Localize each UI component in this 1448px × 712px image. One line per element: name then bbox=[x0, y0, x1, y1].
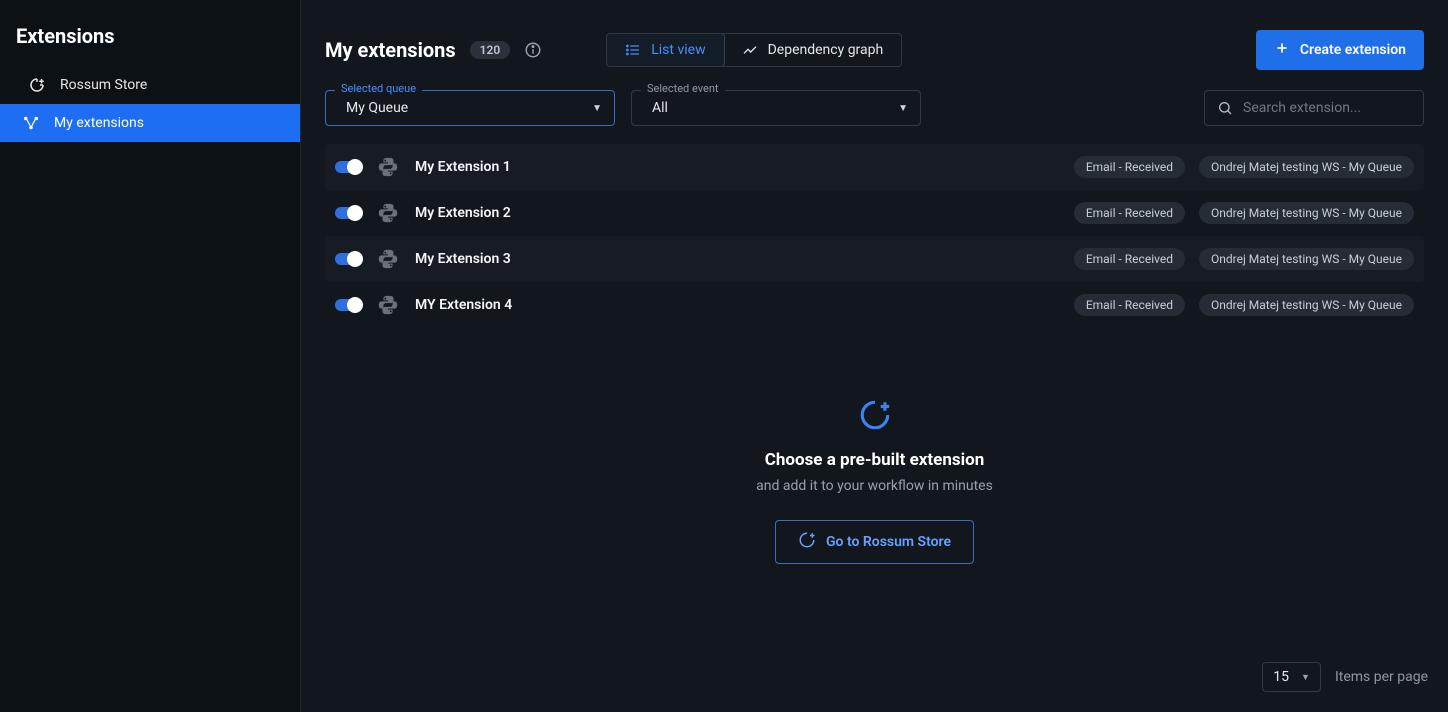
extension-name: My Extension 2 bbox=[415, 205, 511, 221]
sidebar-item-label: Rossum Store bbox=[60, 77, 147, 93]
filters-row: Selected queue My Queue ▼ Selected event… bbox=[301, 80, 1448, 144]
event-tag: Email - Received bbox=[1074, 248, 1185, 270]
queue-select-label: Selected queue bbox=[335, 82, 422, 95]
main-content: My extensions 120 List view Dependency g… bbox=[300, 0, 1448, 712]
sidebar: Extensions Rossum Store My extensions bbox=[0, 0, 300, 712]
event-tag: Email - Received bbox=[1074, 156, 1185, 178]
event-select[interactable]: Selected event All ▼ bbox=[631, 90, 921, 126]
tab-dependency-graph[interactable]: Dependency graph bbox=[724, 34, 902, 66]
sidebar-item-my-extensions[interactable]: My extensions bbox=[0, 104, 300, 142]
chart-line-icon bbox=[742, 42, 758, 58]
enable-toggle[interactable] bbox=[335, 207, 361, 219]
tab-list-view[interactable]: List view bbox=[606, 33, 724, 67]
queue-tag: Ondrej Matej testing WS - My Queue bbox=[1199, 294, 1414, 316]
queue-tag: Ondrej Matej testing WS - My Queue bbox=[1199, 156, 1414, 178]
promo-subtitle: and add it to your workflow in minutes bbox=[301, 478, 1448, 494]
python-icon bbox=[377, 156, 399, 178]
queue-tag: Ondrej Matej testing WS - My Queue bbox=[1199, 248, 1414, 270]
enable-toggle[interactable] bbox=[335, 253, 361, 265]
header-row: My extensions 120 List view Dependency g… bbox=[301, 0, 1448, 80]
extension-name: My Extension 3 bbox=[415, 251, 511, 267]
search-input[interactable] bbox=[1243, 100, 1421, 116]
event-tag: Email - Received bbox=[1074, 202, 1185, 224]
page-size-value: 15 bbox=[1273, 669, 1289, 685]
enable-toggle[interactable] bbox=[335, 299, 361, 311]
event-tag: Email - Received bbox=[1074, 294, 1185, 316]
sidebar-item-rossum-store[interactable]: Rossum Store bbox=[6, 66, 294, 104]
chevron-down-icon: ▼ bbox=[898, 103, 908, 114]
store-icon bbox=[798, 531, 816, 553]
create-button-label: Create extension bbox=[1300, 42, 1406, 58]
extension-name: MY Extension 4 bbox=[415, 297, 512, 313]
page-title: My extensions bbox=[325, 38, 456, 62]
search-input-wrapper bbox=[1204, 90, 1424, 126]
event-select-value: All bbox=[652, 100, 668, 116]
store-promo-icon bbox=[858, 398, 892, 432]
extension-row[interactable]: My Extension 1 Email - Received Ondrej M… bbox=[325, 144, 1424, 190]
prebuilt-promo: Choose a pre-built extension and add it … bbox=[301, 398, 1448, 564]
sidebar-item-label: My extensions bbox=[54, 115, 144, 131]
extension-row[interactable]: My Extension 2 Email - Received Ondrej M… bbox=[325, 190, 1424, 236]
go-to-store-button[interactable]: Go to Rossum Store bbox=[775, 520, 974, 564]
sidebar-title: Extensions bbox=[0, 18, 300, 66]
tab-label: Dependency graph bbox=[768, 42, 884, 58]
tab-label: List view bbox=[651, 42, 705, 58]
pagination-footer: 15 ▼ Items per page bbox=[1262, 662, 1428, 692]
page-size-label: Items per page bbox=[1335, 669, 1428, 685]
python-icon bbox=[377, 294, 399, 316]
promo-title: Choose a pre-built extension bbox=[301, 450, 1448, 470]
python-icon bbox=[377, 202, 399, 224]
list-icon bbox=[625, 42, 641, 58]
graph-icon bbox=[22, 114, 40, 132]
chevron-down-icon: ▼ bbox=[1301, 672, 1310, 683]
queue-select-value: My Queue bbox=[346, 100, 408, 116]
count-badge: 120 bbox=[470, 41, 511, 59]
page-size-select[interactable]: 15 ▼ bbox=[1262, 662, 1321, 692]
extension-row[interactable]: My Extension 3 Email - Received Ondrej M… bbox=[325, 236, 1424, 282]
store-icon bbox=[28, 76, 46, 94]
search-icon bbox=[1217, 100, 1233, 116]
create-extension-button[interactable]: Create extension bbox=[1256, 30, 1424, 70]
extensions-list: My Extension 1 Email - Received Ondrej M… bbox=[301, 144, 1448, 328]
plus-icon bbox=[1274, 40, 1290, 60]
info-icon[interactable] bbox=[524, 41, 542, 59]
extension-name: My Extension 1 bbox=[415, 159, 511, 175]
queue-select[interactable]: Selected queue My Queue ▼ bbox=[325, 90, 615, 126]
python-icon bbox=[377, 248, 399, 270]
extension-row[interactable]: MY Extension 4 Email - Received Ondrej M… bbox=[325, 282, 1424, 328]
queue-tag: Ondrej Matej testing WS - My Queue bbox=[1199, 202, 1414, 224]
view-tabs: List view Dependency graph bbox=[606, 33, 902, 67]
event-select-label: Selected event bbox=[641, 82, 725, 95]
chevron-down-icon: ▼ bbox=[592, 103, 602, 114]
enable-toggle[interactable] bbox=[335, 161, 361, 173]
go-to-store-label: Go to Rossum Store bbox=[826, 534, 951, 550]
